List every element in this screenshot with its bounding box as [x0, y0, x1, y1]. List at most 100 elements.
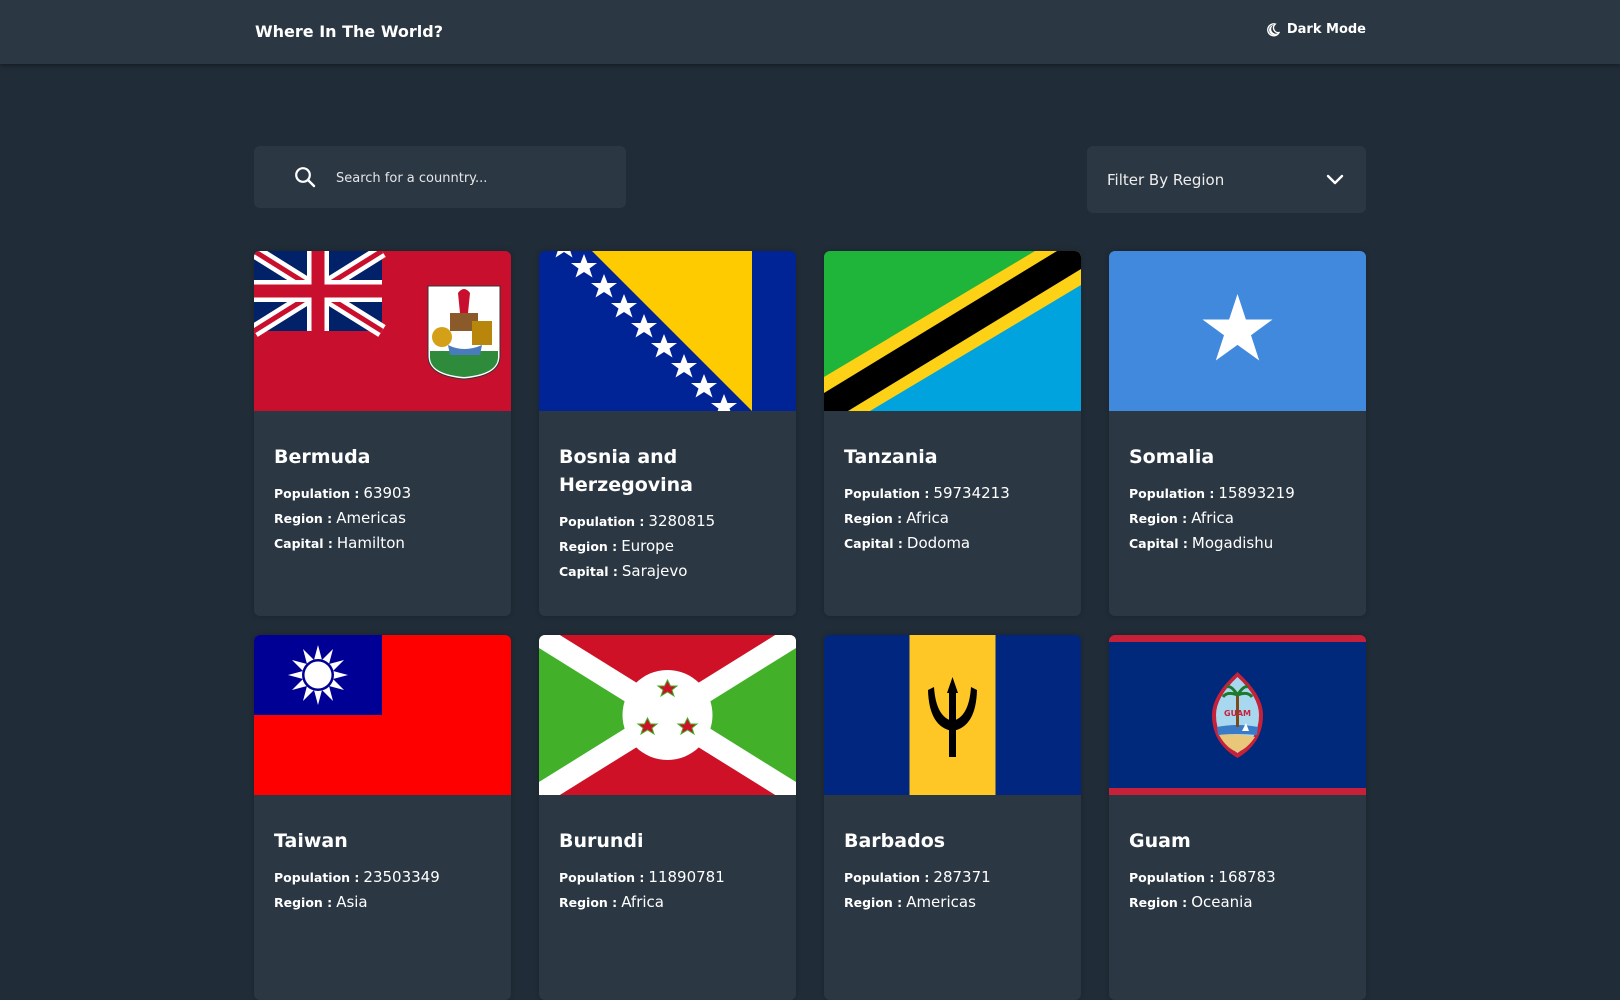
bosnia-flag-icon: [539, 251, 796, 411]
country-info: Tanzania Population :59734213 Region : Af…: [844, 443, 1064, 556]
region-label: Region :: [559, 895, 618, 910]
region-value: Africa: [621, 893, 664, 911]
country-name: Taiwan: [274, 830, 348, 852]
population-row: Population :3280815: [559, 509, 779, 534]
population-label: Population :: [1129, 486, 1215, 501]
region-row: Region : Africa: [1129, 506, 1349, 531]
population-value: 23503349: [363, 868, 440, 886]
population-label: Population :: [1129, 870, 1215, 885]
population-row: Population :15893219: [1129, 481, 1349, 506]
region-row: Region : Africa: [844, 506, 1064, 531]
capital-label: Capital :: [1129, 536, 1188, 551]
region-filter-label: Filter By Region: [1107, 171, 1225, 189]
capital-row: Capital : Mogadishu: [1129, 531, 1349, 556]
app-title: Where In The World?: [255, 22, 444, 41]
capital-row: Capital : Dodoma: [844, 531, 1064, 556]
population-label: Population :: [559, 514, 645, 529]
country-card[interactable]: Tanzania Population :59734213 Region : Af…: [824, 251, 1081, 616]
capital-value: Mogadishu: [1191, 534, 1274, 552]
country-info: Somalia Population :15893219 Region : Afr…: [1129, 443, 1349, 556]
population-value: 59734213: [933, 484, 1010, 502]
population-row: Population :287371: [844, 865, 1064, 890]
region-label: Region :: [844, 511, 903, 526]
capital-label: Capital :: [844, 536, 903, 551]
burundi-flag-icon: [539, 635, 796, 795]
guam-flag-icon: GUAM: [1109, 635, 1366, 795]
region-value: Americas: [336, 509, 406, 527]
population-value: 3280815: [648, 512, 716, 530]
taiwan-flag-icon: [254, 635, 511, 795]
population-label: Population :: [559, 870, 645, 885]
region-value: Africa: [1191, 509, 1234, 527]
population-row: Population :23503349: [274, 865, 494, 890]
country-card[interactable]: Bosnia and Herzegovina Population :32808…: [539, 251, 796, 616]
country-card[interactable]: Bermuda Population :63903 Region : Americ…: [254, 251, 511, 616]
country-name: Bosnia and Herzegovina: [559, 446, 694, 496]
population-row: Population :59734213: [844, 481, 1064, 506]
country-card[interactable]: Burundi Population :11890781 Region : Afr…: [539, 635, 796, 1000]
region-label: Region :: [844, 895, 903, 910]
population-row: Population :11890781: [559, 865, 779, 890]
region-row: Region : Europe: [559, 534, 779, 559]
country-info: Guam Population :168783 Region : Oceania: [1129, 827, 1349, 915]
region-row: Region : Americas: [844, 890, 1064, 915]
capital-row: Capital : Hamilton: [274, 531, 494, 556]
country-info: Bosnia and Herzegovina Population :32808…: [559, 443, 779, 584]
dark-mode-label: Dark Mode: [1286, 22, 1366, 37]
country-info: Barbados Population :287371 Region : Amer…: [844, 827, 1064, 915]
dark-mode-toggle[interactable]: Dark Mode: [1266, 22, 1366, 37]
capital-label: Capital :: [274, 536, 333, 551]
population-row: Population :168783: [1129, 865, 1349, 890]
country-name: Tanzania: [844, 446, 938, 468]
capital-value: Dodoma: [906, 534, 971, 552]
population-value: 11890781: [648, 868, 725, 886]
country-card[interactable]: Somalia Population :15893219 Region : Afr…: [1109, 251, 1366, 616]
country-info: Bermuda Population :63903 Region : Americ…: [274, 443, 494, 556]
region-label: Region :: [559, 539, 618, 554]
region-label: Region :: [274, 895, 333, 910]
top-bar: Where In The World? Dark Mode: [0, 0, 1620, 64]
country-name: Bermuda: [274, 446, 371, 468]
population-label: Population :: [844, 870, 930, 885]
region-label: Region :: [1129, 511, 1188, 526]
region-label: Region :: [1129, 895, 1188, 910]
region-row: Region : Oceania: [1129, 890, 1349, 915]
moon-icon: [1266, 22, 1280, 36]
svg-text:GUAM: GUAM: [1224, 709, 1251, 718]
country-name: Burundi: [559, 830, 644, 852]
capital-row: Capital : Sarajevo: [559, 559, 779, 584]
country-name: Somalia: [1129, 446, 1215, 468]
population-value: 15893219: [1218, 484, 1295, 502]
capital-value: Sarajevo: [621, 562, 688, 580]
country-info: Taiwan Population :23503349 Region : Asia: [274, 827, 494, 915]
region-value: Africa: [906, 509, 949, 527]
population-label: Population :: [274, 870, 360, 885]
search-input[interactable]: [334, 164, 608, 192]
capital-label: Capital :: [559, 564, 618, 579]
region-filter-dropdown[interactable]: Filter By Region: [1087, 146, 1366, 213]
population-value: 287371: [933, 868, 991, 886]
region-label: Region :: [274, 511, 333, 526]
region-row: Region : Americas: [274, 506, 494, 531]
region-row: Region : Asia: [274, 890, 494, 915]
barbados-flag-icon: [824, 635, 1081, 795]
population-label: Population :: [844, 486, 930, 501]
chevron-down-icon: [1326, 174, 1344, 185]
region-value: Americas: [906, 893, 976, 911]
country-info: Burundi Population :11890781 Region : Afr…: [559, 827, 779, 915]
population-value: 168783: [1218, 868, 1276, 886]
region-value: Asia: [336, 893, 368, 911]
population-row: Population :63903: [274, 481, 494, 506]
country-card[interactable]: Taiwan Population :23503349 Region : Asia: [254, 635, 511, 1000]
population-label: Population :: [274, 486, 360, 501]
region-row: Region : Africa: [559, 890, 779, 915]
region-value: Oceania: [1191, 893, 1253, 911]
somalia-flag-icon: [1109, 251, 1366, 411]
country-card[interactable]: GUAM Guam Population :168783 Region : Oce…: [1109, 635, 1366, 1000]
tanzania-flag-icon: [824, 251, 1081, 411]
region-value: Europe: [621, 537, 674, 555]
bermuda-flag-icon: [254, 251, 511, 411]
country-name: Guam: [1129, 830, 1191, 852]
search-box[interactable]: [254, 146, 626, 208]
country-card[interactable]: Barbados Population :287371 Region : Amer…: [824, 635, 1081, 1000]
